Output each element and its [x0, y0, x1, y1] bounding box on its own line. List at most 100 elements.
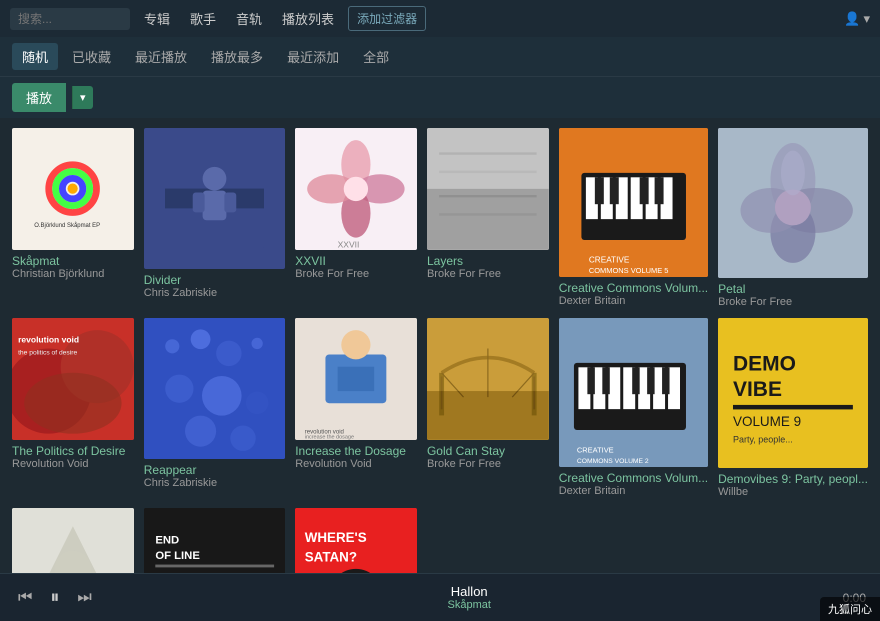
player-info: Hallon Skåpmat [106, 584, 833, 611]
album-artist-divider: Chris Zabriskie [144, 287, 285, 299]
svg-text:Party, people...: Party, people... [733, 434, 793, 444]
nav-tab-playlists[interactable]: 播放列表 [276, 7, 340, 30]
album-title-layers: Layers [427, 254, 549, 268]
album-item-cc5[interactable]: CREATIVE COMMONS VOLUME 5 Creative Commo… [559, 128, 708, 308]
svg-text:increase the dosage: increase the dosage [305, 434, 354, 439]
svg-text:XXVII: XXVII [338, 239, 360, 249]
svg-text:VIBE: VIBE [733, 378, 782, 401]
album-title-petal: Petal [718, 282, 868, 296]
album-item-goldstay[interactable]: Gold Can Stay Broke For Free [427, 318, 549, 498]
filter-tab-recent-add[interactable]: 最近添加 [277, 43, 349, 70]
album-item-endofline[interactable]: END OF LINE QUANTUM JAZZ Various Artists… [144, 508, 285, 573]
album-title-divider: Divider [144, 273, 285, 287]
svg-text:SATAN?: SATAN? [305, 549, 357, 564]
album-item-xxvii[interactable]: XXVII XXVII Broke For Free [295, 128, 417, 308]
album-cover-divider [144, 128, 285, 269]
album-artist-increase: Revolution Void [295, 458, 417, 470]
filter-tab-recent-play[interactable]: 最近播放 [125, 43, 197, 70]
album-cover-goldstay [427, 318, 549, 440]
prev-button[interactable]: ⏮ [14, 587, 36, 609]
album-artist-layers: Broke For Free [427, 268, 549, 280]
album-cover-reappear [144, 318, 285, 459]
svg-text:CREATIVE: CREATIVE [589, 255, 630, 264]
svg-text:WHERE'S: WHERE'S [305, 530, 367, 545]
user-button[interactable]: 👤 ▾ [844, 11, 870, 27]
filter-tab-random[interactable]: 随机 [12, 43, 58, 70]
album-title-increase: Increase the Dosage [295, 444, 417, 458]
album-artist-petal: Broke For Free [718, 296, 868, 308]
album-item-divider[interactable]: Divider Chris Zabriskie [144, 128, 285, 308]
filter-bar: 随机 已收藏 最近播放 播放最多 最近添加 全部 [0, 37, 880, 77]
top-nav: 专辑 歌手 音轨 播放列表 添加过滤器 👤 ▾ [0, 0, 880, 37]
filter-tab-most-played[interactable]: 播放最多 [201, 43, 273, 70]
watermark: 九狐问心 [820, 597, 880, 621]
svg-text:VOLUME 9: VOLUME 9 [733, 414, 801, 429]
play-button[interactable]: 播放 [12, 83, 66, 112]
player-track-title: Hallon [451, 584, 488, 599]
search-input[interactable] [10, 8, 130, 30]
album-title-xxvii: XXVII [295, 254, 417, 268]
album-artist-xxvii: Broke For Free [295, 268, 417, 280]
album-cover-politics: revolution void the politics of desire [12, 318, 134, 440]
nav-tab-albums[interactable]: 专辑 [138, 7, 176, 30]
filter-tab-favorites[interactable]: 已收藏 [62, 43, 121, 70]
album-item-cc2[interactable]: CREATIVE COMMONS VOLUME 2 Creative Commo… [559, 318, 708, 498]
album-cover-xxvii: XXVII [295, 128, 417, 250]
album-cover-endofline: END OF LINE QUANTUM JAZZ Various Artists… [144, 508, 285, 573]
svg-text:COMMONS VOLUME 2: COMMONS VOLUME 2 [577, 458, 649, 465]
album-title-goldstay: Gold Can Stay [427, 444, 549, 458]
player-controls: ⏮ ⏸ ⏭ [14, 585, 96, 610]
album-cover-layers [427, 128, 549, 250]
album-item-reappear[interactable]: Reappear Chris Zabriskie [144, 318, 285, 498]
next-button[interactable]: ⏭ [73, 587, 95, 609]
album-cover-increase: revolution void increase the dosage [295, 318, 417, 440]
filter-tab-all[interactable]: 全部 [353, 43, 399, 70]
album-item-unknown1[interactable] [12, 508, 134, 573]
nav-tab-tracks[interactable]: 音轨 [230, 7, 268, 30]
album-title-reappear: Reappear [144, 463, 285, 477]
album-cover-demovibes: DEMO VIBE VOLUME 9 Party, people... [718, 318, 868, 468]
album-artist-cc5: Dexter Britain [559, 295, 708, 307]
pause-button[interactable]: ⏸ [46, 585, 63, 610]
svg-text:CREATIVE: CREATIVE [577, 445, 614, 454]
album-title-demovibes: Demovibes 9: Party, peopl... [718, 472, 868, 486]
album-item-politics[interactable]: revolution void the politics of desire T… [12, 318, 134, 498]
album-item-demovibes[interactable]: DEMO VIBE VOLUME 9 Party, people... Demo… [718, 318, 868, 498]
album-title-politics: The Politics of Desire [12, 444, 134, 458]
svg-text:the politics of desire: the politics of desire [18, 349, 77, 356]
album-artist-demovibes: Willbe [718, 486, 868, 498]
svg-text:revolution void: revolution void [18, 334, 79, 344]
album-cover-skapmat: O.Björklund Skåpmat EP [12, 128, 134, 250]
nav-tab-artists[interactable]: 歌手 [184, 7, 222, 30]
album-item-petal[interactable]: Petal Broke For Free [718, 128, 868, 308]
album-artist-skapmat: Christian Björklund [12, 268, 134, 280]
album-cover-cc5: CREATIVE COMMONS VOLUME 5 [559, 128, 708, 277]
album-cover-wheresatan: WHERE'S SATAN? [295, 508, 417, 573]
svg-text:DEMO: DEMO [733, 352, 796, 375]
player-bar: ⏮ ⏸ ⏭ Hallon Skåpmat 0:00 [0, 573, 880, 621]
album-grid: O.Björklund Skåpmat EP Skåpmat Christian… [0, 118, 880, 573]
album-item-increase[interactable]: revolution void increase the dosage Incr… [295, 318, 417, 498]
player-track-album[interactable]: Skåpmat [448, 599, 491, 611]
album-artist-reappear: Chris Zabriskie [144, 477, 285, 489]
user-icon: 👤 [844, 11, 860, 27]
album-title-skapmat: Skåpmat [12, 254, 134, 268]
album-cover-unknown1 [12, 508, 134, 573]
album-artist-cc2: Dexter Britain [559, 485, 708, 497]
album-item-layers[interactable]: Layers Broke For Free [427, 128, 549, 308]
action-bar: 播放 ▾ [0, 77, 880, 118]
album-cover-cc2: CREATIVE COMMONS VOLUME 2 [559, 318, 708, 467]
album-title-cc5: Creative Commons Volum... [559, 281, 708, 295]
album-artist-politics: Revolution Void [12, 458, 134, 470]
user-dropdown-icon: ▾ [863, 11, 870, 27]
album-artist-goldstay: Broke For Free [427, 458, 549, 470]
svg-text:OF LINE: OF LINE [155, 550, 200, 562]
play-dropdown-button[interactable]: ▾ [72, 86, 93, 109]
album-title-cc2: Creative Commons Volum... [559, 471, 708, 485]
album-item-wheresatan[interactable]: WHERE'S SATAN? Where's Satan? [295, 508, 417, 573]
svg-text:COMMONS VOLUME 5: COMMONS VOLUME 5 [589, 266, 669, 275]
album-item-skapmat[interactable]: O.Björklund Skåpmat EP Skåpmat Christian… [12, 128, 134, 308]
svg-text:END: END [155, 534, 179, 546]
svg-text:O.Björklund Skåpmat EP: O.Björklund Skåpmat EP [35, 222, 101, 229]
add-filter-button[interactable]: 添加过滤器 [348, 6, 426, 31]
